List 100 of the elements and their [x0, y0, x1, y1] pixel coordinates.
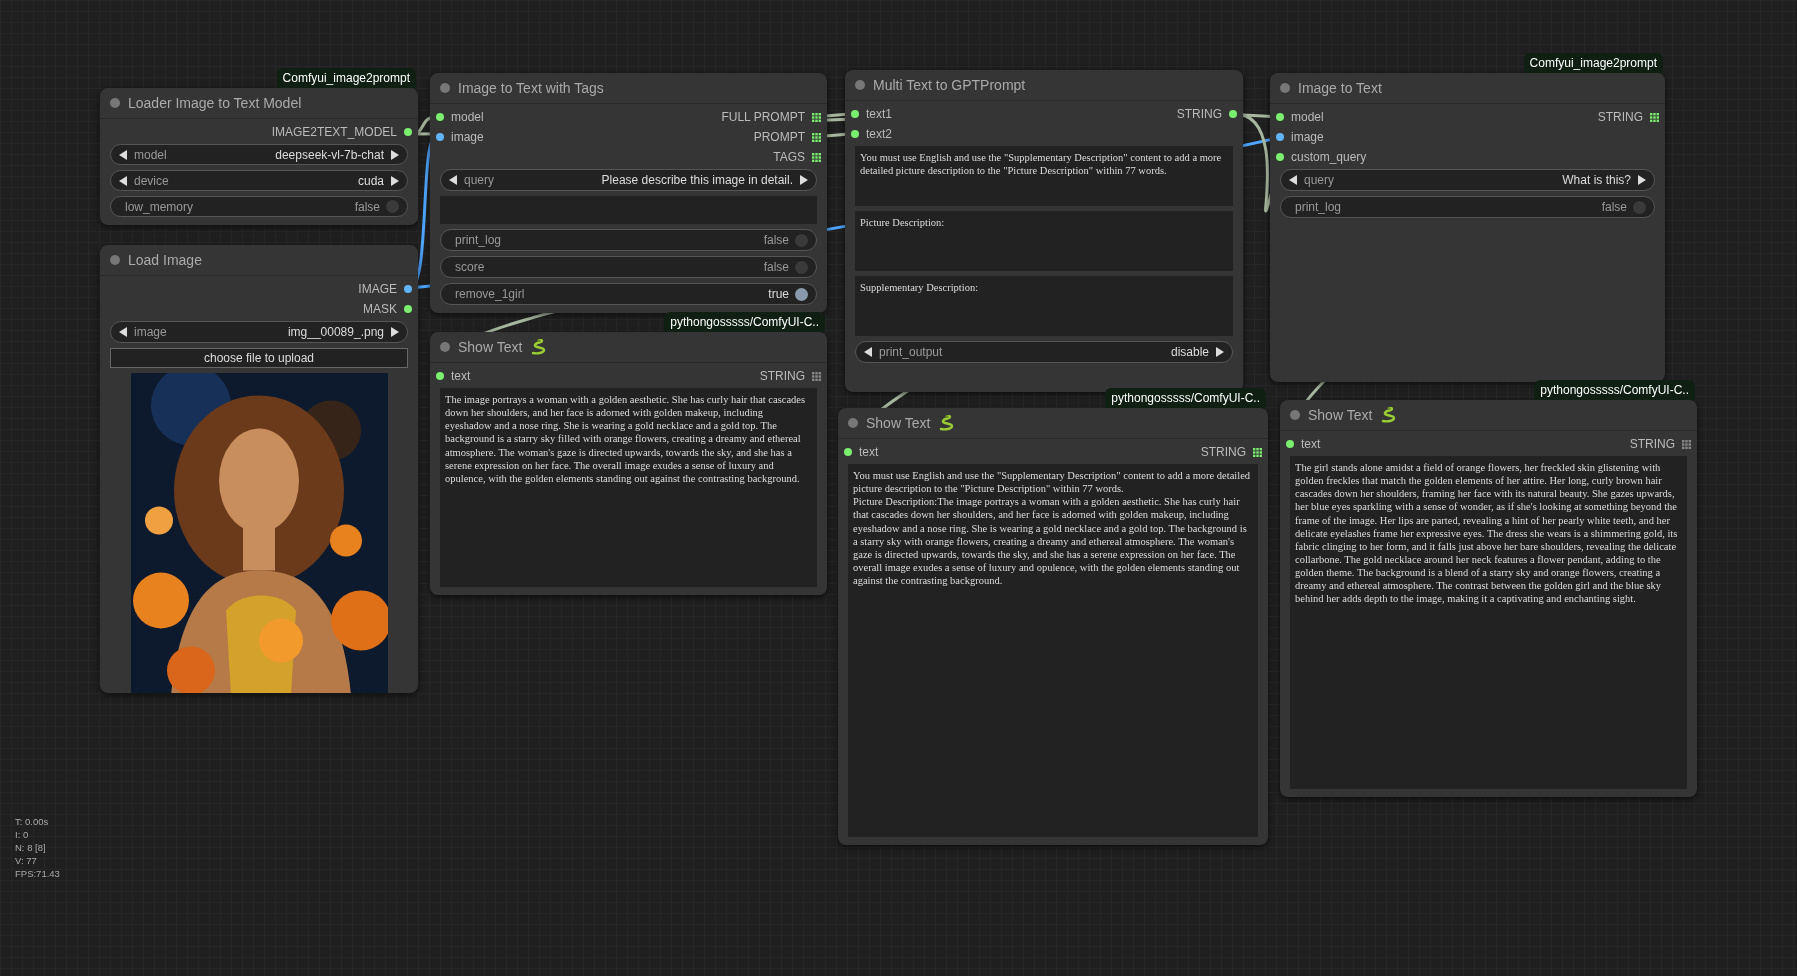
- node-badge: pythongosssss/ComfyUI-C..: [664, 312, 825, 332]
- node-card[interactable]: [1280, 400, 1697, 797]
- upload-button[interactable]: choose file to upload: [110, 348, 408, 368]
- combo-label: query: [1304, 173, 1335, 187]
- grid-icon[interactable]: [812, 371, 821, 381]
- combo-label: device: [134, 173, 169, 188]
- node-card[interactable]: [430, 332, 827, 595]
- node-card[interactable]: Load Image IMAGE MASK image img__00089_.png choose file to upload: [100, 245, 418, 693]
- node-badge: Comfyui_image2prompt: [276, 68, 416, 88]
- grid-icon[interactable]: [812, 112, 821, 122]
- toggle-label: remove_1girl: [455, 287, 525, 301]
- output-dot[interactable]: [404, 285, 412, 293]
- node-title: Show Text: [458, 339, 523, 355]
- output-dot[interactable]: [1229, 110, 1237, 118]
- toggle-label: print_log: [1295, 200, 1342, 214]
- combo-value: deepseek-vl-7b-chat: [275, 147, 384, 162]
- combo-field[interactable]: device cuda: [110, 170, 408, 191]
- output-label: MASK: [363, 302, 397, 316]
- stat-line: N: 8 [8]: [15, 841, 47, 854]
- input-dot[interactable]: [436, 113, 444, 121]
- node-badge: Comfyui_image2prompt: [1523, 53, 1663, 73]
- output-label: FULL PROMPT: [721, 110, 805, 124]
- combo-value: disable: [1170, 345, 1209, 359]
- node-badge: pythongosssss/ComfyUI-C..: [1105, 388, 1266, 408]
- node-title: Multi Text to GPTPrompt: [873, 77, 1026, 93]
- collapse-dot[interactable]: [440, 342, 450, 352]
- toggle-value: true: [768, 287, 789, 301]
- input-label: custom_query: [1291, 150, 1367, 164]
- toggle-knob[interactable]: [1633, 200, 1646, 214]
- stat-line: I: 0: [15, 828, 30, 841]
- node-title: Image to Text with Tags: [458, 80, 604, 96]
- text-field[interactable]: The girl stands alone amidst a field of orange flowers, her freckled skin glistening with golden freckles that match the golden elements of her attire. Her long, curly brown hair cascades down her shoulders, framing her face with its natural beauty. She gazes upwards, her blue eyes sparkling with a sense of wonder, as if she's looking at something beyond the frame of the image. Her lips are parted, revealing a hint of her pearly white teeth, and her delicate eyelashes frame her expressive eyes. The dress she wears is a shimmering gold, its fabric clinging to her form, and it falls just above her bare shoulders, revealing the delicate collarbone. The gold necklace around her neck features a flower pendant, adding to the golden theme. The background is a blend of a starry sky and orange flowers, creating a dreamy and ethereal atmosphere. The contrast between the golden girl and the blue sky behind her adds depth to the image, making it a captivating and enchanting sight.: [1290, 456, 1687, 789]
- text-field[interactable]: Supplementary Description:: [855, 276, 1233, 336]
- output-label: IMAGE: [358, 282, 397, 296]
- collapse-dot[interactable]: [848, 418, 858, 428]
- combo-field[interactable]: print_output disable: [855, 341, 1233, 363]
- input-dot[interactable]: [436, 372, 444, 380]
- output-label: STRING: [759, 369, 805, 383]
- combo-label: image: [134, 325, 167, 339]
- node-title: Image to Text: [1298, 80, 1382, 96]
- right-arrow-icon[interactable]: [1637, 175, 1646, 185]
- toggle-knob[interactable]: [795, 287, 808, 301]
- output-dot[interactable]: [404, 128, 412, 136]
- input-label: model: [451, 110, 484, 124]
- input-label: text1: [866, 107, 892, 121]
- node-title: Show Text: [866, 415, 931, 431]
- collapse-dot[interactable]: [855, 80, 865, 90]
- input-dot[interactable]: [1276, 113, 1284, 121]
- toggle-value: false: [1601, 200, 1627, 214]
- input-label: model: [1291, 110, 1324, 124]
- output-label: STRING: [1176, 107, 1222, 121]
- collapse-dot[interactable]: [110, 98, 120, 108]
- combo-label: model: [134, 147, 167, 162]
- output-label: STRING: [1597, 110, 1643, 124]
- stat-line: V: 77: [15, 854, 38, 867]
- stat-line: FPS:71.43: [15, 867, 60, 880]
- collapse-dot[interactable]: [110, 255, 120, 265]
- left-arrow-icon[interactable]: [119, 149, 128, 160]
- collapse-dot[interactable]: [1280, 83, 1290, 93]
- input-label: text: [1301, 437, 1321, 451]
- node-card[interactable]: [838, 408, 1268, 845]
- grid-icon[interactable]: [1253, 447, 1262, 457]
- output-label: STRING: [1629, 437, 1675, 451]
- stat-line: T: 0.00s: [15, 815, 50, 828]
- toggle-switch[interactable]: print_log false: [1280, 196, 1655, 218]
- left-arrow-icon[interactable]: [1289, 175, 1298, 185]
- input-label: image: [1291, 130, 1324, 144]
- input-label: text: [451, 369, 471, 383]
- right-arrow-icon[interactable]: [390, 175, 399, 186]
- input-dot[interactable]: [844, 448, 852, 456]
- output-label: IMAGE2TEXT_MODEL: [271, 125, 397, 139]
- input-dot[interactable]: [851, 110, 859, 118]
- grid-icon[interactable]: [1650, 112, 1659, 122]
- node-card[interactable]: Image to Text model image custom_query STRING query What is this? print_log false: [1270, 73, 1665, 382]
- left-arrow-icon[interactable]: [119, 175, 128, 186]
- right-arrow-icon[interactable]: [390, 149, 399, 160]
- text-field[interactable]: You must use English and use the "Supplementary Description" content to add a more detailed picture description to the "Picture Description" within 77 words. Picture Description:The image portrays a woman with a golden aesthetic. She has curly hair that cascades down her shoulders, and her face is adorned with golden makeup, including eyeshadow and a nose ring. She is wearing a gold necklace and a gold top. The background is a starry sky with orange flowers, creating a dreamy and ethereal atmosphere. The woman's gaze is directed upwards, towards the sky, and she has a serene expression on her face. The overall image exudes a sense of luxury and opulence, with the golden elements standing out against the contrasting background.: [848, 464, 1258, 837]
- toggle-knob[interactable]: [386, 200, 399, 213]
- combo-field[interactable]: image img__00089_.png: [110, 321, 408, 343]
- collapse-dot[interactable]: [440, 83, 450, 93]
- right-arrow-icon[interactable]: [390, 327, 399, 337]
- input-dot[interactable]: [1286, 440, 1294, 448]
- left-arrow-icon[interactable]: [119, 327, 128, 337]
- left-arrow-icon[interactable]: [864, 347, 873, 357]
- right-arrow-icon[interactable]: [1215, 347, 1224, 357]
- combo-field[interactable]: query What is this?: [1280, 169, 1655, 191]
- combo-value: What is this?: [1562, 173, 1631, 187]
- output-dot[interactable]: [404, 305, 412, 313]
- collapse-dot[interactable]: [1290, 410, 1300, 420]
- combo-field[interactable]: model deepseek-vl-7b-chat: [110, 144, 408, 165]
- combo-label: print_output: [879, 345, 943, 359]
- node-title: Loader Image to Text Model: [128, 95, 302, 111]
- node-card[interactable]: Loader Image to Text Model IMAGE2TEXT_MODEL model deepseek-vl-7b-chat device cuda low_memory false: [100, 88, 418, 225]
- combo-value: img__00089_.png: [287, 325, 384, 339]
- toggle-switch[interactable]: low_memory false: [110, 196, 408, 217]
- text-field[interactable]: The image portrays a woman with a golden aesthetic. She has curly hair that cascades down her shoulders, and her face is adorned with golden makeup, including eyeshadow and a nose ring. She is wearing a gold necklace and a gold top. The background is a starry sky filled with orange flowers, creating a dreamy and ethereal atmosphere. The woman's gaze is directed upwards, towards the sky, and she has a serene expression on her face. The overall image exudes a sense of luxury and opulence, with the golden elements standing out against the contrasting background.: [440, 388, 817, 587]
- node-title: Load Image: [128, 252, 202, 268]
- toggle-value: false: [354, 199, 380, 214]
- combo-value: cuda: [357, 173, 384, 188]
- grid-icon[interactable]: [1682, 439, 1691, 449]
